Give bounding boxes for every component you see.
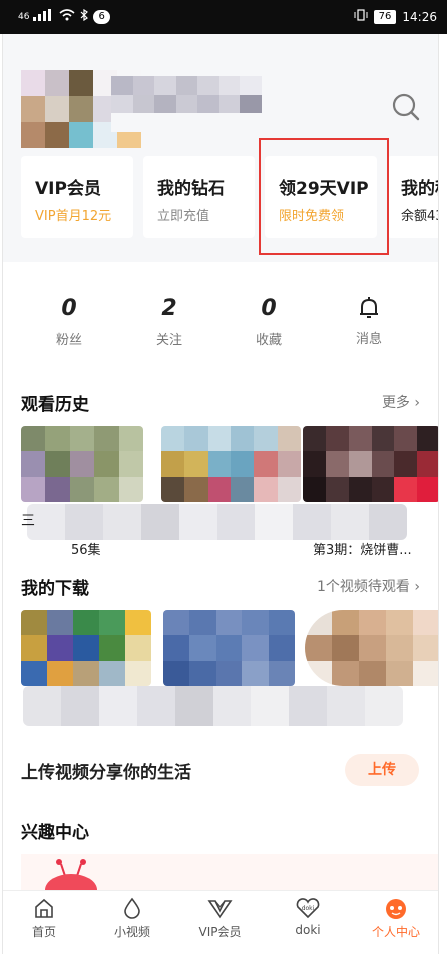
status-bar: 46 6 76 14:26 [0,0,447,34]
history-titles-blurred [27,504,407,540]
history-title: 观看历史 [21,395,89,415]
signal-indicator: 46 [18,11,30,22]
vip-crown-icon [207,900,233,919]
status-left: 46 6 [18,8,110,24]
stat-favorites[interactable]: 0 收藏 [239,296,299,348]
chevron-right-icon: › [414,395,420,411]
stat-value: 0 [61,296,77,321]
profile-mascot-icon [386,899,406,919]
bottom-tab-bar: 首页 小视频 VIP会员 doki doki 个人中心 [3,890,438,954]
download-thumb-2[interactable] [163,610,295,686]
balance-card[interactable]: 我的稿 余额43 [387,156,438,238]
card-subtitle: VIP首月12元 [35,209,112,224]
vibrate-icon [354,9,368,24]
tab-profile[interactable]: 个人中心 [359,897,433,940]
notification-count-badge: 6 [93,9,110,24]
history-thumb-1[interactable] [21,426,143,502]
stat-label: 关注 [155,333,182,348]
profile-header: VIP会员 VIP首月12元 我的钻石 立即充值 领29天VIP 限时免费领 我… [3,34,438,262]
interest-title: 兴趣中心 [21,823,89,843]
chevron-right-icon: › [414,579,420,595]
card-subtitle: 余额43 [401,209,438,224]
stat-messages[interactable]: 消息 [339,296,399,347]
highlight-box [259,138,389,255]
history-episode-3: 第3期：烧饼曹... [313,543,412,558]
tab-home[interactable]: 首页 [7,897,81,940]
stat-label: 收藏 [255,333,282,348]
card-title: 我的钻石 [157,179,225,199]
download-thumb-1[interactable] [21,610,151,686]
doki-heart-icon: doki [296,898,320,919]
tab-label: 小视频 [113,925,150,939]
wifi-icon [59,9,75,24]
tab-label: doki [295,923,321,937]
username-blurred[interactable] [111,76,283,132]
vip-membership-card[interactable]: VIP会员 VIP首月12元 [21,156,133,238]
svg-text:doki: doki [302,905,315,912]
downloads-title: 我的下载 [21,579,89,599]
tab-label: 首页 [31,925,56,939]
history-thumb-2[interactable] [161,426,301,502]
card-subtitle: 立即充值 [157,209,210,224]
interest-banner[interactable] [21,854,438,906]
clock: 14:26 [402,9,437,24]
history-more-link[interactable]: 更多 › [382,392,420,412]
history-thumb-3[interactable] [303,426,438,502]
history-episode-1: 56集 [71,543,101,558]
stat-label: 消息 [355,332,382,347]
upload-prompt: 上传视频分享你的生活 [21,763,191,783]
stat-value: 0 [261,296,277,321]
tab-short-video[interactable]: 小视频 [95,897,169,940]
upload-button[interactable]: 上传 [345,754,419,786]
tab-label: 个人中心 [371,925,420,939]
signal-icon [33,9,55,24]
stat-value: 2 [161,296,177,321]
search-icon[interactable] [391,92,421,122]
download-titles-blurred [23,686,403,726]
history-row [21,426,438,502]
diamond-card[interactable]: 我的钻石 立即充值 [143,156,255,238]
downloads-row [21,610,438,686]
stats-row: 0 粉丝 2 关注 0 收藏 消息 [3,296,438,356]
card-title: VIP会员 [35,179,101,199]
stat-fans[interactable]: 0 粉丝 [39,296,99,348]
stat-label: 粉丝 [55,333,82,348]
mascot-icon [41,854,101,906]
stat-following[interactable]: 2 关注 [139,296,199,348]
history-caption-left: 三 [21,513,35,529]
downloads-status: 1个视频待观看 [317,579,410,595]
tab-doki[interactable]: doki doki [271,897,345,937]
status-right: 76 14:26 [354,9,437,24]
battery-indicator: 76 [373,9,397,24]
bell-icon [339,296,399,322]
download-thumb-3[interactable] [305,610,438,686]
profile-page: VIP会员 VIP首月12元 我的钻石 立即充值 领29天VIP 限时免费领 我… [2,34,439,954]
droplet-icon [124,897,140,919]
home-icon [35,898,53,918]
tab-vip[interactable]: VIP会员 [183,897,257,940]
bluetooth-icon [79,8,89,24]
downloads-status-link[interactable]: 1个视频待观看 › [317,576,420,596]
card-title: 我的稿 [401,179,438,199]
more-label: 更多 [381,395,410,411]
tab-label: VIP会员 [198,925,242,939]
